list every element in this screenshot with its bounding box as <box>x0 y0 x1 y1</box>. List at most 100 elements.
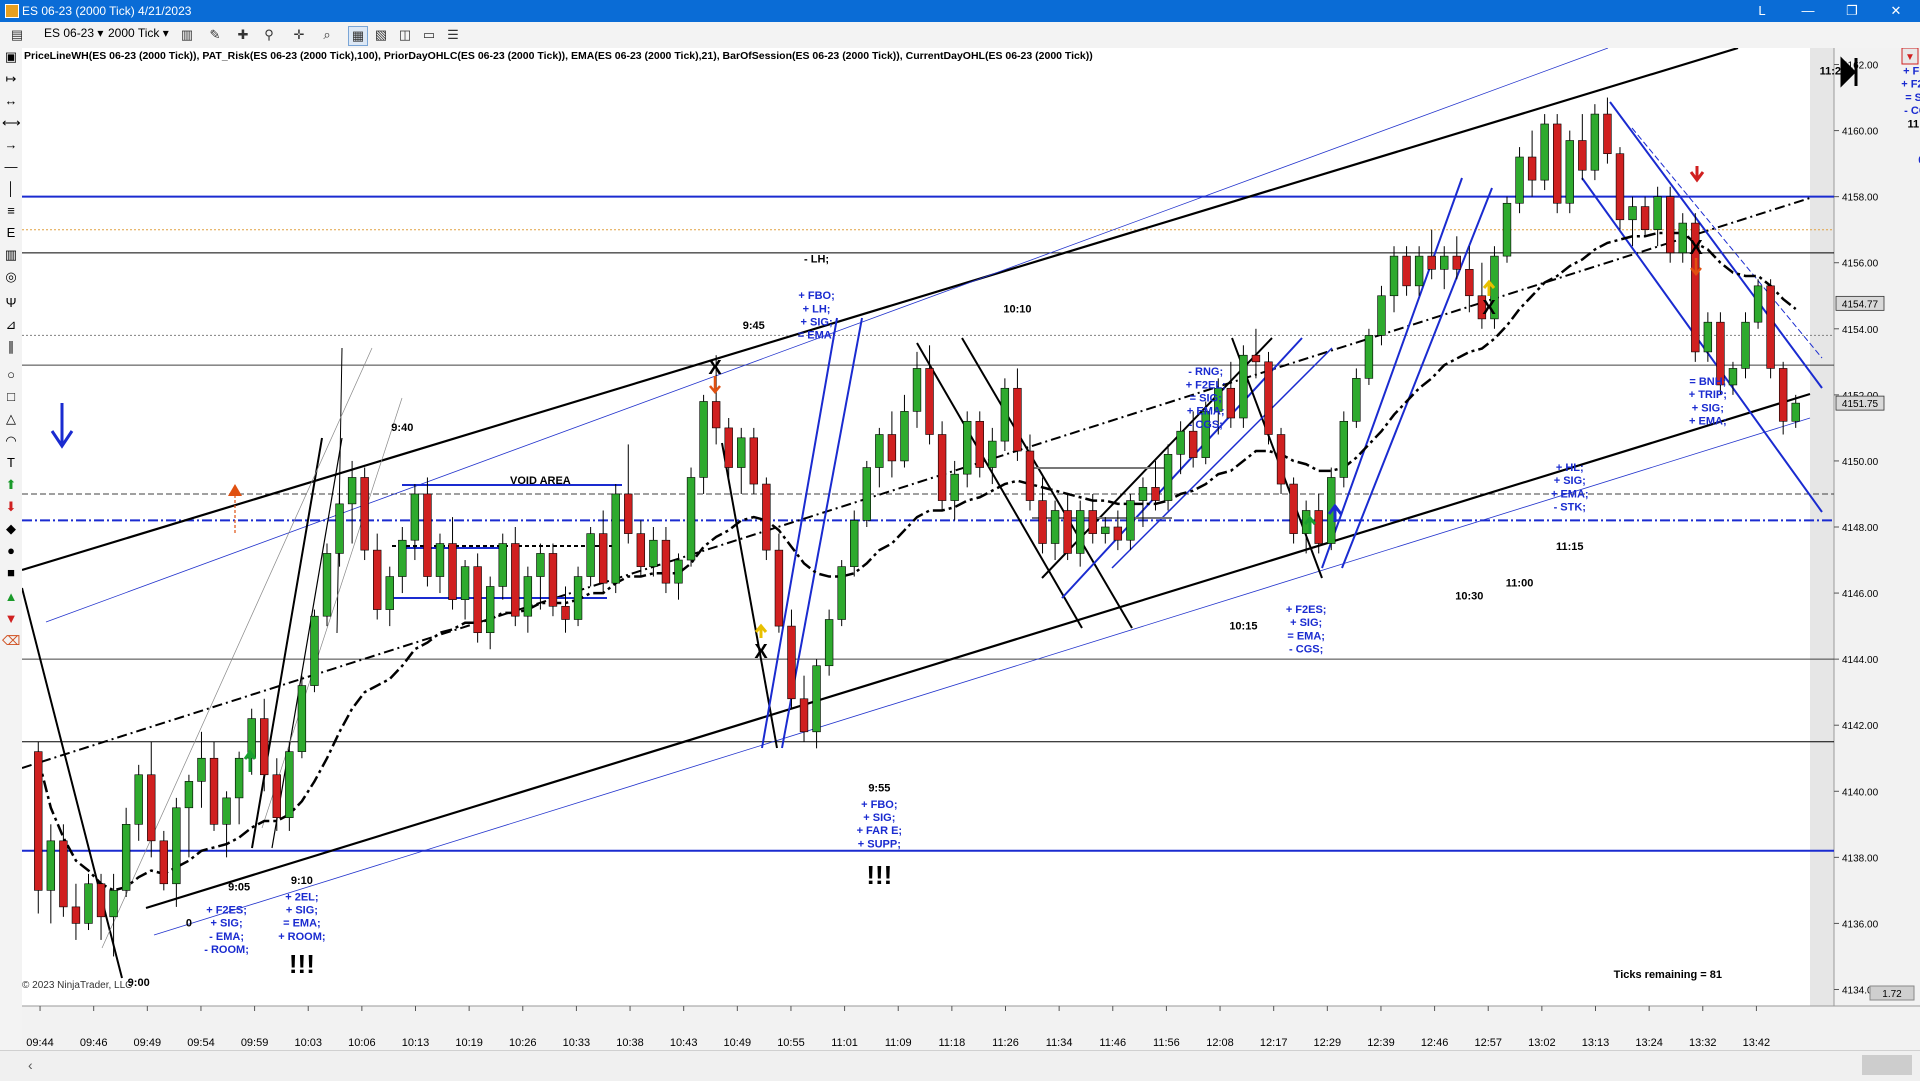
candle[interactable] <box>423 477 432 587</box>
candle[interactable] <box>1540 114 1549 191</box>
candle[interactable] <box>975 411 984 478</box>
candle[interactable] <box>322 543 332 627</box>
candle[interactable] <box>1339 411 1348 488</box>
pin-icon[interactable]: ⚲ <box>260 26 278 44</box>
gann-icon[interactable]: ◎ <box>2 268 20 286</box>
draw-tool-icon[interactable]: ✎ <box>206 26 224 44</box>
horizontal-line-icon[interactable]: — <box>2 158 20 176</box>
horizontal-scrollbar[interactable]: ‹ › <box>0 1050 1920 1081</box>
cursor-tool-icon[interactable]: ▣ <box>2 48 20 66</box>
candle-body-up <box>172 807 181 885</box>
candle[interactable] <box>1515 147 1524 214</box>
link-button[interactable]: L <box>1740 0 1784 22</box>
x-tick-label: 11:34 <box>1046 1037 1073 1049</box>
x-tick-label: 09:54 <box>187 1037 215 1049</box>
candle[interactable] <box>285 741 294 831</box>
y-tick-label: 4158.00 <box>1842 193 1879 204</box>
candle[interactable] <box>297 675 307 759</box>
candle[interactable] <box>1590 104 1600 181</box>
candle[interactable] <box>1000 378 1010 452</box>
strategies-icon[interactable]: ▦ <box>348 26 368 46</box>
candle[interactable] <box>1691 213 1700 362</box>
candle[interactable] <box>1264 351 1273 445</box>
candle[interactable] <box>749 427 758 494</box>
candle-body-up <box>912 368 922 412</box>
template-icon[interactable]: ▭ <box>420 26 438 44</box>
dot-icon[interactable]: ● <box>2 542 20 560</box>
candle[interactable] <box>360 467 369 561</box>
diamond-icon[interactable]: ◆ <box>2 520 20 538</box>
arrow-line-icon[interactable]: → <box>2 136 20 154</box>
candle[interactable] <box>1753 279 1763 329</box>
candle[interactable] <box>1502 196 1512 263</box>
candle[interactable] <box>850 510 859 577</box>
chart-menu-arrow-icon[interactable]: ▼ <box>1905 52 1915 63</box>
candle-body-up <box>686 477 696 561</box>
zoom-icon[interactable]: ⌕ <box>318 26 336 44</box>
bar-type-icon[interactable]: ▥ <box>178 26 196 44</box>
rectangle-tool-icon[interactable]: □ <box>2 388 20 406</box>
candle[interactable] <box>1615 147 1625 230</box>
candle[interactable] <box>1163 444 1173 511</box>
candle[interactable] <box>1289 477 1298 544</box>
text-tool-icon[interactable]: T <box>2 454 20 472</box>
candle[interactable] <box>1553 114 1562 214</box>
minimize-button[interactable]: — <box>1786 0 1830 22</box>
scrollbar-thumb[interactable] <box>1862 1055 1912 1075</box>
candle[interactable] <box>686 467 696 567</box>
properties-icon[interactable]: ☰ <box>444 26 462 44</box>
candle[interactable] <box>473 553 482 643</box>
ray-tool-icon[interactable]: ↦ <box>2 70 20 88</box>
pitchfork-icon[interactable]: Ψ <box>2 294 20 312</box>
scroll-left-icon[interactable]: ‹ <box>28 1057 33 1073</box>
close-button[interactable]: ✕ <box>1874 0 1918 22</box>
vertical-line-icon[interactable]: │ <box>2 180 20 198</box>
candle[interactable] <box>548 543 558 617</box>
channel-icon[interactable]: ≡ <box>2 202 20 220</box>
candle[interactable] <box>1276 427 1286 494</box>
ellipse-tool-icon[interactable]: ○ <box>2 366 20 384</box>
crosshair-icon[interactable]: ✛ <box>290 26 308 44</box>
candle[interactable] <box>1239 345 1248 428</box>
chart-annotation: VOID AREA <box>510 475 571 487</box>
price-chart[interactable]: - LH;+ FBO;+ LH;+ SIG;= EMA;9:4510:109:4… <box>22 48 1920 1050</box>
arrow-up-icon[interactable]: ⬆ <box>2 476 20 494</box>
candle[interactable] <box>1364 328 1374 385</box>
candle[interactable] <box>862 460 871 527</box>
candle[interactable] <box>762 477 771 561</box>
candle[interactable] <box>1565 130 1574 214</box>
square-icon[interactable]: ■ <box>2 564 20 582</box>
extended-line-icon[interactable]: ↔ <box>2 92 20 110</box>
eraser-icon[interactable]: ⌫ <box>2 632 20 650</box>
maximize-button[interactable]: ❐ <box>1830 0 1874 22</box>
candle[interactable] <box>34 741 43 914</box>
candle[interactable] <box>1666 186 1675 263</box>
line-tool-icon[interactable]: ⟷ <box>2 114 21 132</box>
indicators-icon[interactable]: ▧ <box>372 26 390 44</box>
candle-body-up <box>573 576 583 620</box>
triangle-down-icon[interactable]: ▼ <box>2 610 20 628</box>
fib-icon[interactable]: Ε <box>2 224 20 242</box>
arc-tool-icon[interactable]: ◠ <box>2 432 20 450</box>
instrument-selector[interactable]: ES 06-23 ▾ <box>44 26 103 40</box>
candle[interactable] <box>837 560 846 627</box>
data-box-icon[interactable]: ◫ <box>396 26 414 44</box>
chart-annotation: + SIG; <box>863 812 895 824</box>
candle[interactable] <box>824 609 834 676</box>
candle[interactable] <box>611 484 620 594</box>
bars-icon[interactable]: ▥ <box>2 246 20 264</box>
arrow-down-icon[interactable]: ⬇ <box>2 498 20 516</box>
candle[interactable] <box>1766 279 1775 379</box>
candle[interactable] <box>937 421 947 511</box>
interval-selector[interactable]: 2000 Tick ▾ <box>108 26 169 40</box>
candle-body-down <box>1188 430 1198 458</box>
triangle-up-icon[interactable]: ▲ <box>2 588 20 606</box>
regression-icon[interactable]: ⊿ <box>2 316 20 334</box>
candle[interactable] <box>1741 312 1750 379</box>
candle-body-up <box>1176 430 1185 455</box>
chart-settings-icon[interactable]: ▤ <box>8 26 26 44</box>
add-icon[interactable]: ✚ <box>234 26 252 44</box>
candle[interactable] <box>310 609 319 693</box>
triangle-tool-icon[interactable]: △ <box>2 410 20 428</box>
trend-channel-icon[interactable]: ∥ <box>2 338 20 356</box>
